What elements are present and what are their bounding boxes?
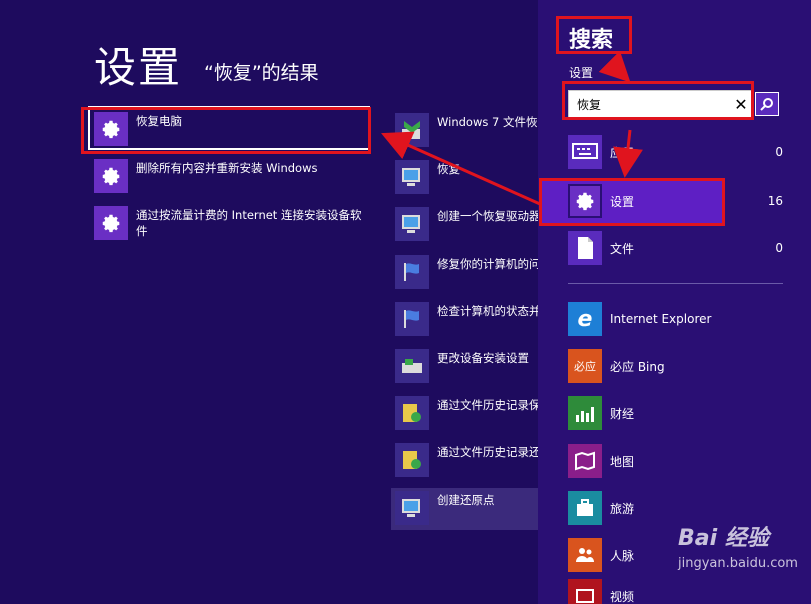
- annotation-arrows: [381, 50, 643, 206]
- watermark-brand: Bai 经验: [678, 526, 769, 551]
- arrow-settings-to-result: [381, 131, 541, 206]
- watermark: Bai 经验 jingyan.baidu.com: [678, 520, 798, 571]
- arrow-title-to-search: [598, 50, 631, 83]
- arrow-search-to-settings: [613, 129, 643, 178]
- watermark-url: jingyan.baidu.com: [678, 556, 798, 571]
